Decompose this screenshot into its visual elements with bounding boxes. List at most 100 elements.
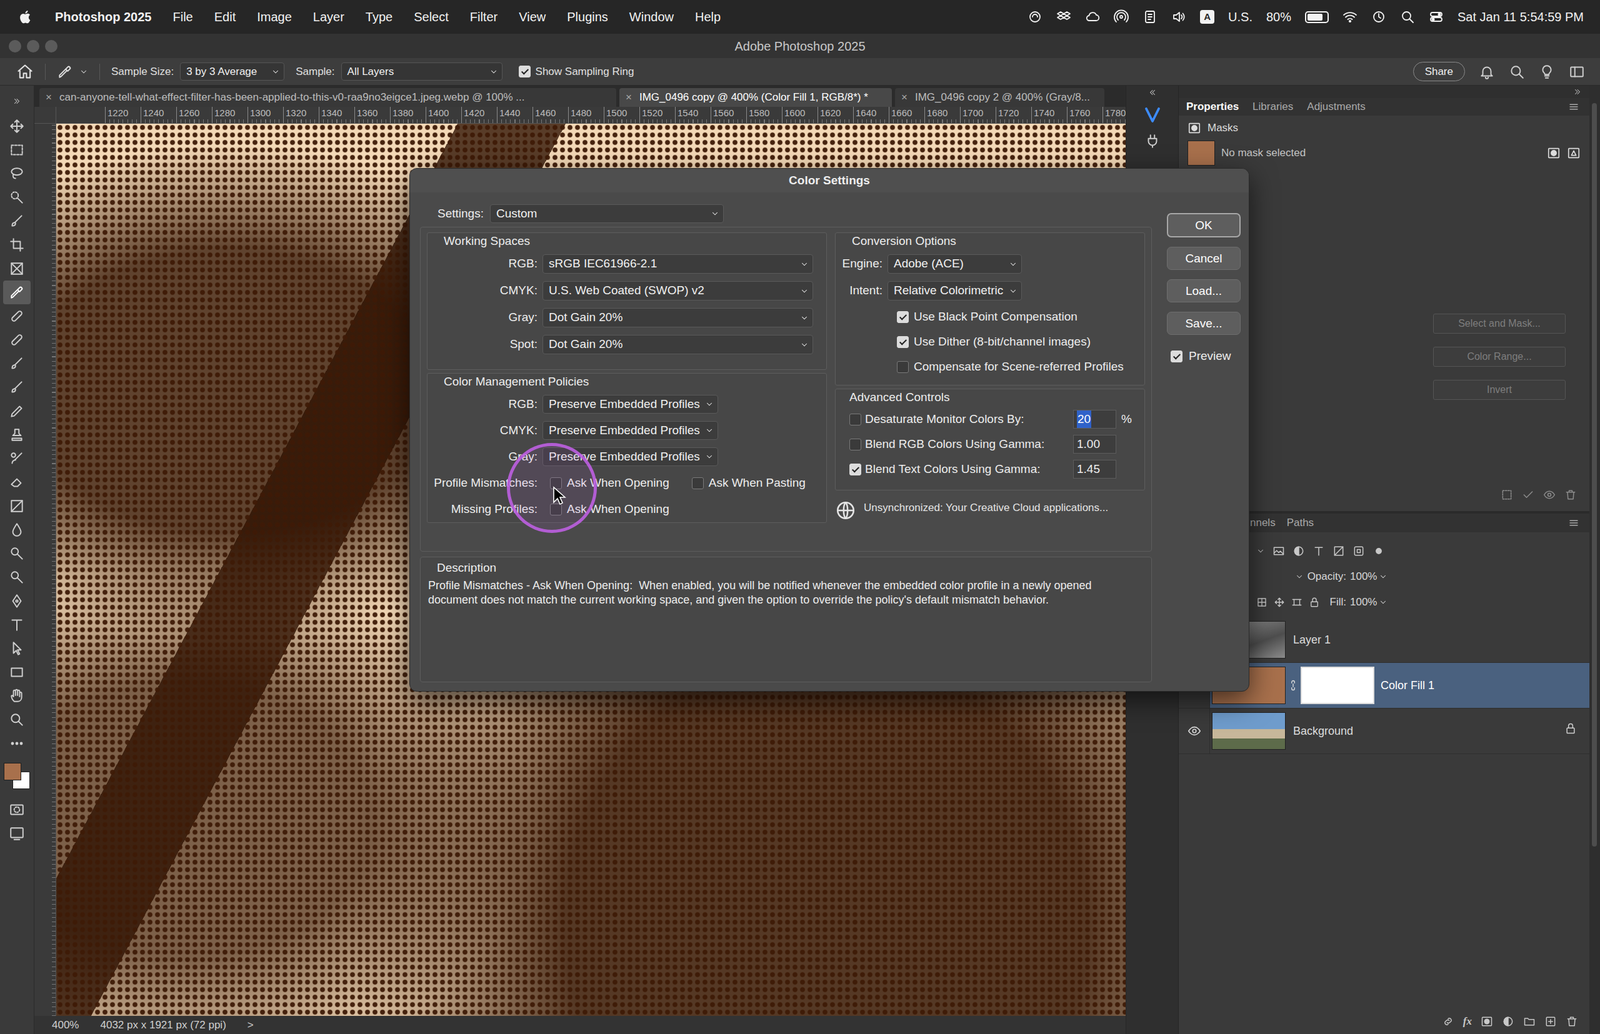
checkbox[interactable] — [849, 463, 862, 476]
brush-tool-icon[interactable] — [11, 222, 15, 226]
close-tab-button[interactable]: × — [45, 89, 52, 106]
gradient-tool-icon[interactable] — [11, 500, 22, 512]
opacity-chevron-icon[interactable] — [1378, 572, 1388, 582]
new-layer-icon[interactable] — [1544, 1015, 1557, 1029]
menu-item[interactable]: Plugins — [566, 7, 609, 27]
panel-menu-icon[interactable] — [1568, 517, 1580, 529]
arrow-tool-icon[interactable] — [8, 640, 25, 657]
menu-item[interactable]: Layer — [313, 7, 345, 27]
status-more-button[interactable]: > — [247, 1017, 254, 1034]
doc-status-icon[interactable] — [1148, 14, 1152, 20]
discover-icon[interactable] — [1538, 63, 1555, 80]
home-icon[interactable] — [16, 63, 34, 81]
control-center-icon[interactable] — [1431, 18, 1434, 20]
tool-button[interactable] — [3, 304, 31, 329]
arrow-tool-icon[interactable] — [13, 642, 22, 655]
trash-icon[interactable] — [1564, 488, 1577, 502]
dropbox-status-icon[interactable] — [1057, 11, 1070, 20]
add-vector-mask-icon[interactable] — [1571, 150, 1576, 155]
pencil-tool-icon[interactable] — [8, 403, 25, 420]
notifications-icon[interactable] — [1481, 66, 1492, 79]
qsel-tool-icon[interactable] — [8, 189, 25, 206]
new-layer-icon[interactable] — [1548, 1020, 1554, 1025]
tool-button[interactable] — [3, 613, 31, 637]
delete-layer-icon[interactable] — [1565, 1015, 1579, 1029]
expand-toolbar-icon[interactable] — [12, 96, 22, 106]
policy-option[interactable]: Ask When Pasting — [691, 474, 806, 493]
apple-logo-icon[interactable] — [17, 8, 34, 25]
clock[interactable]: Sat Jan 11 5:54:59 PM — [1457, 7, 1584, 27]
eyedropper-icon[interactable] — [65, 66, 70, 71]
eyedrop-tool-icon[interactable] — [11, 290, 19, 299]
more-tools-button[interactable] — [3, 731, 31, 756]
rect-tool-icon[interactable] — [11, 668, 22, 677]
eyedrop-tool-icon[interactable] — [17, 287, 22, 292]
filter-kind-chevron-icon[interactable] — [1258, 550, 1264, 553]
crop-tool-icon[interactable] — [8, 236, 25, 254]
selico-icon[interactable] — [1502, 490, 1511, 499]
add-mask-icon[interactable] — [1482, 1017, 1492, 1026]
frame-tool-icon[interactable] — [11, 263, 22, 274]
frame-tool-icon[interactable] — [8, 260, 25, 277]
airdrop-status-icon[interactable] — [1120, 15, 1123, 19]
dialog-button[interactable]: Save... — [1166, 311, 1241, 335]
quick-mask-icon[interactable] — [10, 805, 24, 815]
time-machine-icon[interactable] — [1373, 11, 1384, 22]
search-icon[interactable] — [1508, 63, 1525, 80]
move-lock-icon[interactable] — [1275, 598, 1284, 607]
apply-icon[interactable] — [1521, 488, 1535, 502]
layer-body[interactable]: Color Fill 1 — [1210, 663, 1590, 709]
tool-button[interactable] — [3, 708, 31, 732]
gradient-tool-icon[interactable] — [8, 498, 25, 515]
panel-tab[interactable]: Libraries — [1252, 98, 1294, 115]
workspace-icon[interactable] — [1570, 66, 1584, 77]
airdrop-status-icon[interactable] — [1113, 9, 1129, 25]
zoom-tool-icon[interactable] — [8, 711, 25, 729]
marquee-tool-icon[interactable] — [8, 141, 25, 159]
pen-tool-icon[interactable] — [13, 595, 22, 608]
dodge-tool-icon[interactable] — [8, 569, 25, 586]
eye-icon[interactable] — [1187, 724, 1202, 739]
menu-item[interactable]: View — [518, 7, 546, 27]
apple-logo-icon[interactable] — [20, 10, 30, 24]
checkbox[interactable] — [518, 65, 531, 78]
sample-select[interactable]: All Layers — [341, 62, 503, 81]
wifi-icon[interactable] — [1343, 12, 1357, 20]
layer-body[interactable]: Background — [1210, 708, 1590, 754]
eye-icon[interactable] — [1543, 488, 1556, 502]
zoom-tool-icon[interactable] — [18, 721, 23, 726]
tool-preset-chevron-icon[interactable] — [79, 67, 89, 77]
policy-select[interactable]: Preserve Embedded Profiles — [542, 395, 719, 415]
dropbox-status-icon[interactable] — [1056, 9, 1072, 25]
layer-row[interactable]: Background — [1178, 708, 1590, 755]
history-tool-icon[interactable] — [8, 450, 25, 467]
add-mask-icon[interactable] — [1480, 1015, 1494, 1029]
shape-filter-icon[interactable] — [1332, 545, 1345, 558]
minimize-button[interactable] — [26, 40, 40, 53]
lock-lock-icon[interactable] — [1311, 601, 1319, 607]
sampling-ring-option[interactable]: Show Sampling Ring — [518, 63, 635, 80]
spotlight-icon[interactable] — [1410, 19, 1414, 24]
home-icon[interactable] — [18, 65, 32, 78]
working-space-select[interactable]: U.S. Web Coated (SWOP) v2 — [542, 281, 814, 301]
eyedropper-icon[interactable] — [56, 63, 74, 80]
discover-icon[interactable] — [1538, 63, 1555, 80]
brush-tool-icon[interactable] — [11, 365, 15, 369]
move-lock-icon[interactable] — [1273, 596, 1285, 609]
more-tools-icon[interactable] — [9, 736, 25, 752]
panel-tab[interactable]: Adjustments — [1306, 98, 1366, 115]
doc-status-icon[interactable] — [1145, 11, 1155, 23]
preview-option[interactable]: Preview — [1166, 347, 1241, 366]
stamp-tool-icon[interactable] — [8, 426, 25, 444]
apply-icon[interactable] — [1523, 491, 1532, 498]
panel-menu-icon[interactable] — [1570, 520, 1578, 526]
cc-status-icon[interactable] — [1027, 9, 1043, 25]
layer-name[interactable]: Color Fill 1 — [1380, 677, 1435, 695]
delete-layer-icon[interactable] — [1567, 1017, 1576, 1026]
adj-filter-icon[interactable] — [1292, 545, 1305, 558]
control-center-icon[interactable] — [1430, 12, 1442, 17]
more-tools-icon[interactable] — [11, 743, 14, 745]
tool-button[interactable] — [3, 209, 31, 234]
shape-filter-icon[interactable] — [1332, 545, 1345, 558]
cc-status-icon[interactable] — [1027, 9, 1043, 25]
